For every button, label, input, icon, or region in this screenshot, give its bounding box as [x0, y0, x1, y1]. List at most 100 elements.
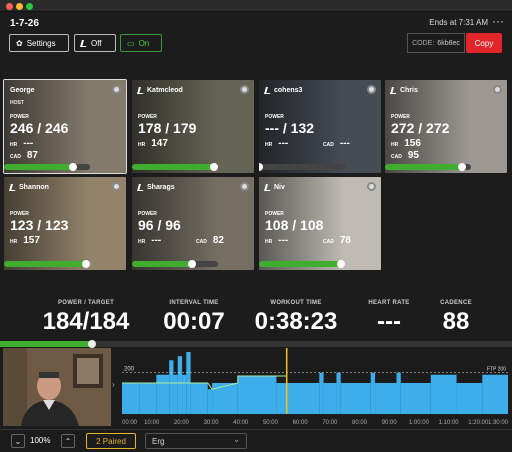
- hr-stat: HR 157: [10, 235, 40, 246]
- hr-label: HR: [10, 142, 18, 148]
- rider-tile[interactable]: Niv POWER 108 / 108 HR --- CAD 78: [259, 177, 381, 270]
- screen-icon: ▭: [127, 38, 135, 48]
- rider-name: George: [10, 87, 35, 94]
- rider-progress-fill: [4, 164, 73, 170]
- hr-value: ---: [278, 235, 289, 246]
- power-value: 108 / 108: [265, 217, 324, 233]
- x-tick-label: 1:10:00: [439, 420, 460, 426]
- minimize-window-button[interactable]: [16, 3, 23, 10]
- more-menu-icon[interactable]: ···: [492, 14, 504, 28]
- cad-value: 95: [407, 150, 419, 161]
- rider-icon: [264, 184, 272, 191]
- close-window-button[interactable]: [6, 3, 13, 10]
- session-code: CODE: 6kb8ec: [407, 33, 465, 53]
- maximize-window-button[interactable]: [26, 3, 33, 10]
- rider-name-text: Chris: [400, 87, 418, 94]
- ends-at-time: Ends at 7:31 AM: [429, 18, 488, 27]
- cad-stat: CAD ---: [323, 138, 350, 149]
- tile-settings-icon[interactable]: [493, 85, 502, 94]
- hr-stat: HR ---: [265, 235, 288, 246]
- mode-value: Erg: [152, 436, 165, 446]
- tile-settings-icon[interactable]: [367, 85, 376, 94]
- rider-name-text: Shannon: [19, 184, 49, 191]
- hr-stat: HR 147: [138, 138, 168, 149]
- workout-segment-bar: [323, 383, 337, 414]
- rider-tile[interactable]: Sharags POWER 96 / 96 HR --- CAD 82: [132, 177, 254, 270]
- rider-progress-knob: [259, 163, 263, 171]
- power-progress-fill: [0, 341, 93, 347]
- metrics-row: POWER / TARGET 184/184 INTERVAL TIME 00:…: [0, 300, 512, 342]
- zoom-in-button[interactable]: ⌃: [61, 434, 75, 448]
- x-tick-label: 1:20:00: [468, 420, 489, 426]
- zoom-out-button[interactable]: ⌄: [11, 434, 25, 448]
- rider-progress-fill: [4, 261, 86, 267]
- settings-button[interactable]: ✿ Settings: [9, 34, 69, 52]
- rider-tile[interactable]: Shannon POWER 123 / 123 HR 157: [4, 177, 126, 270]
- window-titlebar: [0, 0, 512, 12]
- power-value: 123 / 123: [10, 217, 69, 233]
- tile-settings-icon[interactable]: [367, 182, 376, 191]
- x-tick-label: 1:30:00: [488, 420, 509, 426]
- workout-segment-bar: [156, 374, 170, 414]
- workout-segment-bar: [122, 383, 140, 414]
- workout-segment-bar: [276, 383, 285, 414]
- hr-label: HR: [391, 142, 399, 148]
- workout-segment-bar: [375, 383, 397, 414]
- metric-label: CADENCE: [440, 300, 472, 306]
- workout-segment-bar: [177, 356, 183, 414]
- rider-name-text: Katmcleod: [147, 87, 183, 94]
- hr-value: 157: [23, 235, 40, 246]
- rider-name: Niv: [264, 184, 285, 191]
- metric-label: HEART RATE: [368, 300, 410, 306]
- power-value: 272 / 272: [391, 120, 450, 136]
- rider-tile[interactable]: Chris POWER 272 / 272 HR 156 CAD 95: [385, 80, 507, 173]
- interval-time-metric: INTERVAL TIME 00:07: [148, 300, 240, 336]
- cadence-metric: CADENCE 88: [424, 300, 488, 336]
- rider-progress-knob: [81, 260, 90, 268]
- tile-settings-icon[interactable]: [112, 85, 121, 94]
- paired-devices-button[interactable]: 2 Paired: [86, 433, 136, 449]
- hr-value: ---: [151, 235, 162, 246]
- x-tick-label: 70:00: [322, 420, 338, 426]
- rider-icon: [80, 39, 88, 47]
- y-tick-label: 200: [124, 367, 135, 373]
- cad-stat: CAD 95: [391, 150, 419, 161]
- x-tick-label: 20:00: [174, 420, 190, 426]
- rider-name-text: Sharags: [147, 184, 175, 191]
- rider-tile[interactable]: Katmcleod POWER 178 / 179 HR 147: [132, 80, 254, 173]
- hr-value: ---: [278, 138, 289, 149]
- cad-stat: CAD 78: [323, 235, 351, 246]
- self-webcam-preview: [3, 348, 111, 426]
- rider-name: cohens3: [264, 87, 302, 94]
- copy-code-button[interactable]: Copy: [466, 33, 502, 53]
- hr-value: ---: [23, 138, 34, 149]
- metric-label: POWER / TARGET: [57, 300, 115, 306]
- hr-stat: HR ---: [265, 138, 288, 149]
- rider-tile[interactable]: cohens3 POWER --- / 132 HR --- CAD ---: [259, 80, 381, 173]
- x-tick-label: 10:00: [144, 420, 160, 426]
- chevron-right-icon[interactable]: ›: [112, 380, 115, 389]
- tile-settings-icon[interactable]: [112, 182, 121, 191]
- off-toggle-button[interactable]: Off: [74, 34, 116, 52]
- rider-tile[interactable]: George HOST POWER 246 / 246 HR --- CAD 87: [3, 79, 127, 174]
- x-tick-label: 50:00: [263, 420, 279, 426]
- on-toggle-button[interactable]: ▭ On: [120, 34, 162, 52]
- x-tick-label: 1:00:00: [409, 420, 430, 426]
- rider-progress-bar: [259, 163, 345, 171]
- metric-value: 00:07: [163, 308, 225, 335]
- cad-value: 78: [339, 235, 351, 246]
- session-title: 1-7-26: [10, 18, 39, 29]
- x-tick-label: 90:00: [382, 420, 398, 426]
- rider-progress-bar: [4, 260, 90, 268]
- x-tick-label: 00:00: [122, 420, 138, 426]
- tile-settings-icon[interactable]: [240, 85, 249, 94]
- workout-segment-bar: [207, 389, 213, 414]
- mode-select[interactable]: Erg ⌄: [145, 433, 247, 449]
- rider-progress-bar: [259, 260, 345, 268]
- power-value: 178 / 179: [138, 120, 197, 136]
- workout-segment-bar: [319, 372, 324, 414]
- tile-settings-icon[interactable]: [240, 182, 249, 191]
- power-progress-knob[interactable]: [88, 340, 97, 348]
- rider-progress-knob: [458, 163, 467, 171]
- host-badge: HOST: [10, 100, 24, 106]
